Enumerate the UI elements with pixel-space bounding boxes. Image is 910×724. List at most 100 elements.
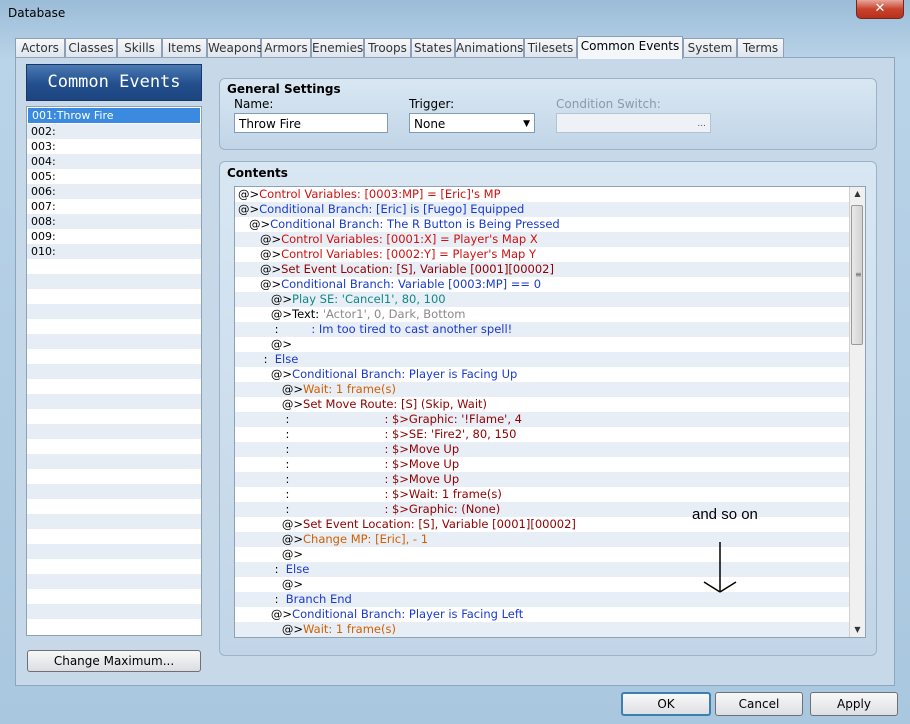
tab-common-events[interactable]: Common Events xyxy=(577,36,683,59)
command-line[interactable]: : : $>Move Up xyxy=(235,442,865,457)
tab-items[interactable]: Items xyxy=(162,38,207,58)
command-line[interactable]: @>Conditional Branch: The R Button is Be… xyxy=(235,217,865,232)
tab-tilesets[interactable]: Tilesets xyxy=(524,38,577,58)
tab-classes[interactable]: Classes xyxy=(65,38,117,58)
list-item[interactable] xyxy=(27,484,201,499)
command-line[interactable]: @>Control Variables: [0002:Y] = Player's… xyxy=(235,247,865,262)
list-item[interactable]: 007: xyxy=(27,199,201,214)
tab-armors[interactable]: Armors xyxy=(261,38,311,58)
title-bar[interactable]: Database ✕ xyxy=(0,0,910,26)
list-item[interactable] xyxy=(27,289,201,304)
change-maximum-button[interactable]: Change Maximum... xyxy=(27,650,201,672)
command-line[interactable]: : Branch End xyxy=(235,592,865,607)
general-settings-title: General Settings xyxy=(227,82,341,96)
tab-actors[interactable]: Actors xyxy=(15,38,65,58)
list-item[interactable] xyxy=(27,409,201,424)
list-item[interactable] xyxy=(27,379,201,394)
command-line[interactable]: : Else xyxy=(235,562,865,577)
command-line[interactable]: @>Play SE: 'Cancel1', 80, 100 xyxy=(235,292,865,307)
cancel-button[interactable]: Cancel xyxy=(715,692,803,716)
tab-animations[interactable]: Animations xyxy=(455,38,524,58)
command-line[interactable]: @> xyxy=(235,577,865,592)
command-line[interactable]: : : $>Graphic: (None) xyxy=(235,502,865,517)
list-item[interactable] xyxy=(27,304,201,319)
command-line[interactable]: @>Control Variables: [0003:MP] = [Eric]'… xyxy=(235,187,865,202)
command-line[interactable]: @>Conditional Branch: Player is Facing L… xyxy=(235,607,865,622)
tab-system[interactable]: System xyxy=(683,38,737,58)
tab-troops[interactable]: Troops xyxy=(364,38,411,58)
list-item[interactable] xyxy=(27,439,201,454)
command-line[interactable]: @>Set Event Location: [S], Variable [000… xyxy=(235,517,865,532)
command-line[interactable]: : : $>Graphic: '!Flame', 4 xyxy=(235,412,865,427)
command-line[interactable]: : : $>SE: 'Fire2', 80, 150 xyxy=(235,427,865,442)
list-item[interactable]: 001:Throw Fire xyxy=(28,108,200,123)
list-item[interactable] xyxy=(27,559,201,574)
command-line[interactable]: : : Im too tired to cast another spell! xyxy=(235,322,865,337)
command-line[interactable]: @>Conditional Branch: Player is Facing U… xyxy=(235,367,865,382)
close-button[interactable]: ✕ xyxy=(856,0,904,19)
list-item[interactable]: 006: xyxy=(27,184,201,199)
command-line[interactable]: : Else xyxy=(235,352,865,367)
list-item[interactable] xyxy=(27,364,201,379)
command-line[interactable]: @>Wait: 1 frame(s) xyxy=(235,382,865,397)
list-item[interactable] xyxy=(27,259,201,274)
command-line[interactable]: : : $>Move Up xyxy=(235,457,865,472)
command-line[interactable]: : : $>Wait: 1 frame(s) xyxy=(235,487,865,502)
list-item[interactable]: 009: xyxy=(27,229,201,244)
vertical-scrollbar[interactable]: ▲ ≡ ▼ xyxy=(849,187,865,637)
command-line[interactable]: @> xyxy=(235,547,865,562)
command-line[interactable]: : : $>Move Up xyxy=(235,472,865,487)
ok-button[interactable]: OK xyxy=(621,692,711,716)
scroll-thumb[interactable]: ≡ xyxy=(851,205,863,345)
command-line[interactable]: @>Change MP: [Eric], - 1 xyxy=(235,532,865,547)
list-item[interactable] xyxy=(27,499,201,514)
list-item[interactable] xyxy=(27,574,201,589)
command-line[interactable]: @>Control Variables: [0001:X] = Player's… xyxy=(235,232,865,247)
event-command-list[interactable]: @>Control Variables: [0003:MP] = [Eric]'… xyxy=(234,186,866,638)
list-item[interactable] xyxy=(27,424,201,439)
command-line[interactable]: @>Wait: 1 frame(s) xyxy=(235,622,865,637)
scroll-up-icon[interactable]: ▲ xyxy=(850,187,865,201)
list-item[interactable] xyxy=(27,349,201,364)
list-item[interactable] xyxy=(27,604,201,619)
command-line[interactable]: @>Text: 'Actor1', 0, Dark, Bottom xyxy=(235,307,865,322)
name-field[interactable]: Throw Fire xyxy=(234,113,388,133)
command-line[interactable]: @> xyxy=(235,337,865,352)
general-settings-group: General Settings Name: Throw Fire Trigge… xyxy=(219,78,877,150)
tab-weapons[interactable]: Weapons xyxy=(207,38,263,58)
list-item[interactable]: 008: xyxy=(27,214,201,229)
list-item[interactable] xyxy=(27,514,201,529)
command-line[interactable]: @>Conditional Branch: Variable [0003:MP]… xyxy=(235,277,865,292)
list-item[interactable] xyxy=(27,319,201,334)
condition-switch-field[interactable]: ... xyxy=(556,113,711,133)
apply-button[interactable]: Apply xyxy=(810,692,898,716)
ellipsis-button[interactable]: ... xyxy=(697,114,706,134)
list-item[interactable] xyxy=(27,394,201,409)
tab-terms[interactable]: Terms xyxy=(737,38,784,58)
list-item[interactable] xyxy=(27,469,201,484)
command-line[interactable]: @>Set Event Location: [S], Variable [000… xyxy=(235,262,865,277)
list-item[interactable] xyxy=(27,274,201,289)
tab-states[interactable]: States xyxy=(411,38,455,58)
command-line[interactable]: @>Set Move Route: [S] (Skip, Wait) xyxy=(235,397,865,412)
list-item[interactable]: 010: xyxy=(27,244,201,259)
tab-skills[interactable]: Skills xyxy=(117,38,162,58)
list-item[interactable]: 004: xyxy=(27,154,201,169)
scroll-down-icon[interactable]: ▼ xyxy=(850,623,865,637)
tab-enemies[interactable]: Enemies xyxy=(311,38,364,58)
list-item[interactable]: 002: xyxy=(27,124,201,139)
list-item[interactable] xyxy=(27,544,201,559)
list-item[interactable] xyxy=(27,334,201,349)
list-item[interactable] xyxy=(27,589,201,604)
list-item[interactable] xyxy=(27,619,201,634)
list-item[interactable] xyxy=(27,529,201,544)
list-item[interactable] xyxy=(27,454,201,469)
common-event-list[interactable]: 001:Throw Fire 002: 003: 004: 005: 006: 007: 00… xyxy=(26,106,202,636)
trigger-select[interactable]: None ▼ xyxy=(409,113,535,133)
list-item[interactable]: 003: xyxy=(27,139,201,154)
command-line[interactable]: @>Conditional Branch: [Eric] is [Fuego] … xyxy=(235,202,865,217)
list-item[interactable]: 005: xyxy=(27,169,201,184)
